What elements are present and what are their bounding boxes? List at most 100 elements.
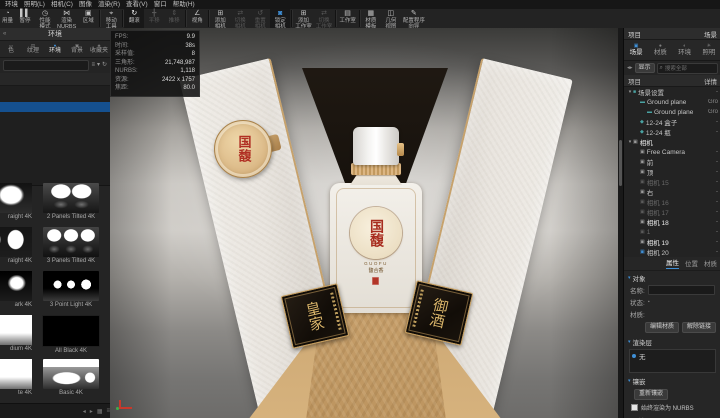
env-thumbnail[interactable]	[0, 271, 32, 301]
env-thumbnail[interactable]	[43, 359, 99, 389]
tree-row[interactable]: ◆12-24 盒子-	[624, 117, 720, 127]
toolbar-move-tool[interactable]: ⌖移动 工具	[101, 9, 121, 28]
tree-row[interactable]: ▣相机 17-	[624, 207, 720, 217]
name-input[interactable]	[648, 285, 715, 295]
library-tab-收藏夹[interactable]: ★收藏夹	[88, 41, 110, 57]
toolbar-performance-mode[interactable]: ◷性能 模式	[35, 9, 55, 28]
unlink-material-button[interactable]: 解除链接	[682, 322, 716, 333]
axis-x	[119, 407, 132, 409]
viewport-scrollbar-thumb[interactable]	[619, 140, 622, 186]
tree-row[interactable]: ▣相机 20-	[624, 247, 720, 257]
env-thumbnail[interactable]	[0, 227, 32, 257]
prev-page-icon[interactable]: ◂	[83, 408, 86, 415]
grid-view-icon[interactable]: ▦	[97, 408, 103, 415]
filter-icon[interactable]: ≡	[91, 61, 95, 70]
toolbar-material-template[interactable]: ▦材质 模板	[361, 9, 381, 28]
tree-row[interactable]: ▣相机 19-	[624, 237, 720, 247]
camera-icon: ▣	[640, 169, 645, 175]
next-page-icon[interactable]: ▸	[90, 408, 93, 415]
env-thumbnail[interactable]	[43, 227, 99, 257]
library-tab-环境[interactable]: ●环境	[44, 41, 66, 57]
tree-row[interactable]: ▣相机 15-	[624, 177, 720, 187]
thumbnail-row: ark 4K3 Point Light 4K	[0, 271, 110, 315]
edit-material-button[interactable]: 编辑材质	[645, 322, 679, 333]
toolbar-usage[interactable]: ◔用量	[0, 9, 15, 28]
toolbar-pause[interactable]: ▌▌暂停	[15, 9, 35, 28]
render-as-nurbs-checkbox[interactable]	[631, 404, 638, 411]
menu-item[interactable]: 照明(L)	[21, 0, 48, 9]
scene-search-input[interactable]: ⌕ 搜索全部	[657, 63, 718, 74]
toolbar-switch-studio[interactable]: ⇄切换 工作室	[314, 9, 335, 28]
library-tab-背景[interactable]: ▣背景	[66, 41, 88, 57]
sort-icon[interactable]: ▾	[97, 61, 100, 70]
toolbar-reset-camera[interactable]: ↺重置 相机	[250, 9, 270, 28]
toolbar-render-nurbs[interactable]: ⋈渲染 NURBS	[55, 9, 78, 28]
camera-icon: ▣	[640, 229, 645, 235]
toolbar-dolly[interactable]: ⇕推移	[164, 9, 184, 28]
library-selected-folder[interactable]	[0, 102, 110, 112]
render-layer-item-none[interactable]: 无	[632, 351, 713, 361]
props-tab-材质[interactable]: 材质	[704, 258, 717, 269]
toolbar-tumble[interactable]: ↻翻滚	[124, 9, 144, 28]
toolbar-add-studio[interactable]: ⊞添加 工作室	[293, 9, 314, 28]
props-tab-属性[interactable]: 属性	[666, 257, 679, 269]
collapse-panel-icon[interactable]: «	[3, 31, 6, 37]
props-tab-位置[interactable]: 位置	[685, 258, 698, 269]
toolbar-add-camera[interactable]: ⊞添加 相机	[210, 9, 230, 28]
library-search-input[interactable]	[3, 60, 89, 71]
menu-item[interactable]: 渲染(R)	[95, 0, 123, 9]
refresh-icon[interactable]: ↻	[102, 61, 107, 70]
add-camera-icon: ⊞	[217, 10, 223, 18]
render-layers-header[interactable]: ▾ 渲染层	[624, 335, 720, 348]
toolbar-geometry-view[interactable]: ◫几何 视图	[381, 9, 401, 28]
tree-row[interactable]: ▾▣相机	[624, 137, 720, 147]
project-tab-环境[interactable]: ◐环境	[673, 40, 697, 60]
tree-row[interactable]: ▬Ground planeGro	[624, 107, 720, 117]
toolbar-region[interactable]: ▣区域	[78, 9, 98, 28]
menu-item[interactable]: 图像	[76, 0, 95, 9]
env-thumbnail[interactable]	[0, 359, 32, 389]
tree-row[interactable]: ▣右-	[624, 187, 720, 197]
menu-item[interactable]: 窗口	[151, 0, 170, 9]
tree-row[interactable]: ▣顶-	[624, 167, 720, 177]
tree-row[interactable]: ▣前-	[624, 157, 720, 167]
toolbar-switch-camera[interactable]: ⇄切换 相机	[230, 9, 250, 28]
toolbar-separator	[359, 10, 360, 27]
env-thumbnail[interactable]	[43, 271, 99, 301]
toolbar-lock-camera[interactable]: ◙锁定 相机	[270, 9, 290, 28]
menu-item[interactable]: 查看(V)	[123, 0, 151, 9]
env-thumbnail[interactable]	[0, 183, 32, 213]
library-tab-纹理[interactable]: ▤纹理	[22, 41, 44, 57]
round-edges-header[interactable]: ▾ 圆边	[624, 413, 720, 418]
tree-row[interactable]: ▣Free Camera-	[624, 147, 720, 157]
tree-row[interactable]: ▣1-	[624, 227, 720, 237]
env-thumbnail[interactable]	[42, 315, 100, 347]
env-thumbnail[interactable]	[43, 183, 99, 213]
tree-row[interactable]: ▣相机 18-	[624, 217, 720, 227]
project-tab-场景[interactable]: ▣场景	[624, 40, 648, 60]
realtime-viewport[interactable]: 国馥 国馥 GUOFU 馥合香 皇家 御酒 FPS:9.9时间:38s采样值:8…	[110, 28, 622, 418]
camera-icon: ▣	[640, 149, 645, 155]
project-tab-材质[interactable]: ●材质	[648, 40, 672, 60]
toolbar-pan[interactable]: ╋平移	[144, 9, 164, 28]
forward-icon[interactable]: ▸	[630, 65, 633, 71]
project-tab-照明[interactable]: ☀照明	[697, 40, 720, 60]
menu-item[interactable]: 相机(C)	[48, 0, 76, 9]
menu-item[interactable]: 环境	[2, 0, 21, 9]
tree-row[interactable]: ▣相机 16-	[624, 197, 720, 207]
toolbar-perspective[interactable]: ∠视角	[187, 9, 207, 28]
tree-row[interactable]: ◆12-24 瓶-	[624, 127, 720, 137]
library-tab-色[interactable]: ▭色	[0, 41, 22, 57]
studio-icon: ▤	[344, 10, 351, 18]
tessellation-header[interactable]: ▾ 镶嵌	[624, 374, 720, 387]
env-thumbnail[interactable]	[0, 315, 32, 345]
toolbar-studio[interactable]: ▤工作室	[337, 9, 358, 28]
env-thumbnail-label: 3 Panels Tilted 4K	[47, 257, 95, 266]
object-section-header[interactable]: ▾ 对象	[624, 271, 720, 284]
show-button[interactable]: 显示	[635, 63, 655, 73]
toolbar-configurator-wizard[interactable]: ✎配置程序 向导	[401, 9, 427, 28]
retessellate-button[interactable]: 重新镶嵌	[634, 389, 668, 400]
tree-row[interactable]: ▬Ground planeGro	[624, 97, 720, 107]
tree-row[interactable]: ▾■场景设置-	[624, 87, 720, 97]
menu-item[interactable]: 帮助(H)	[170, 0, 198, 9]
